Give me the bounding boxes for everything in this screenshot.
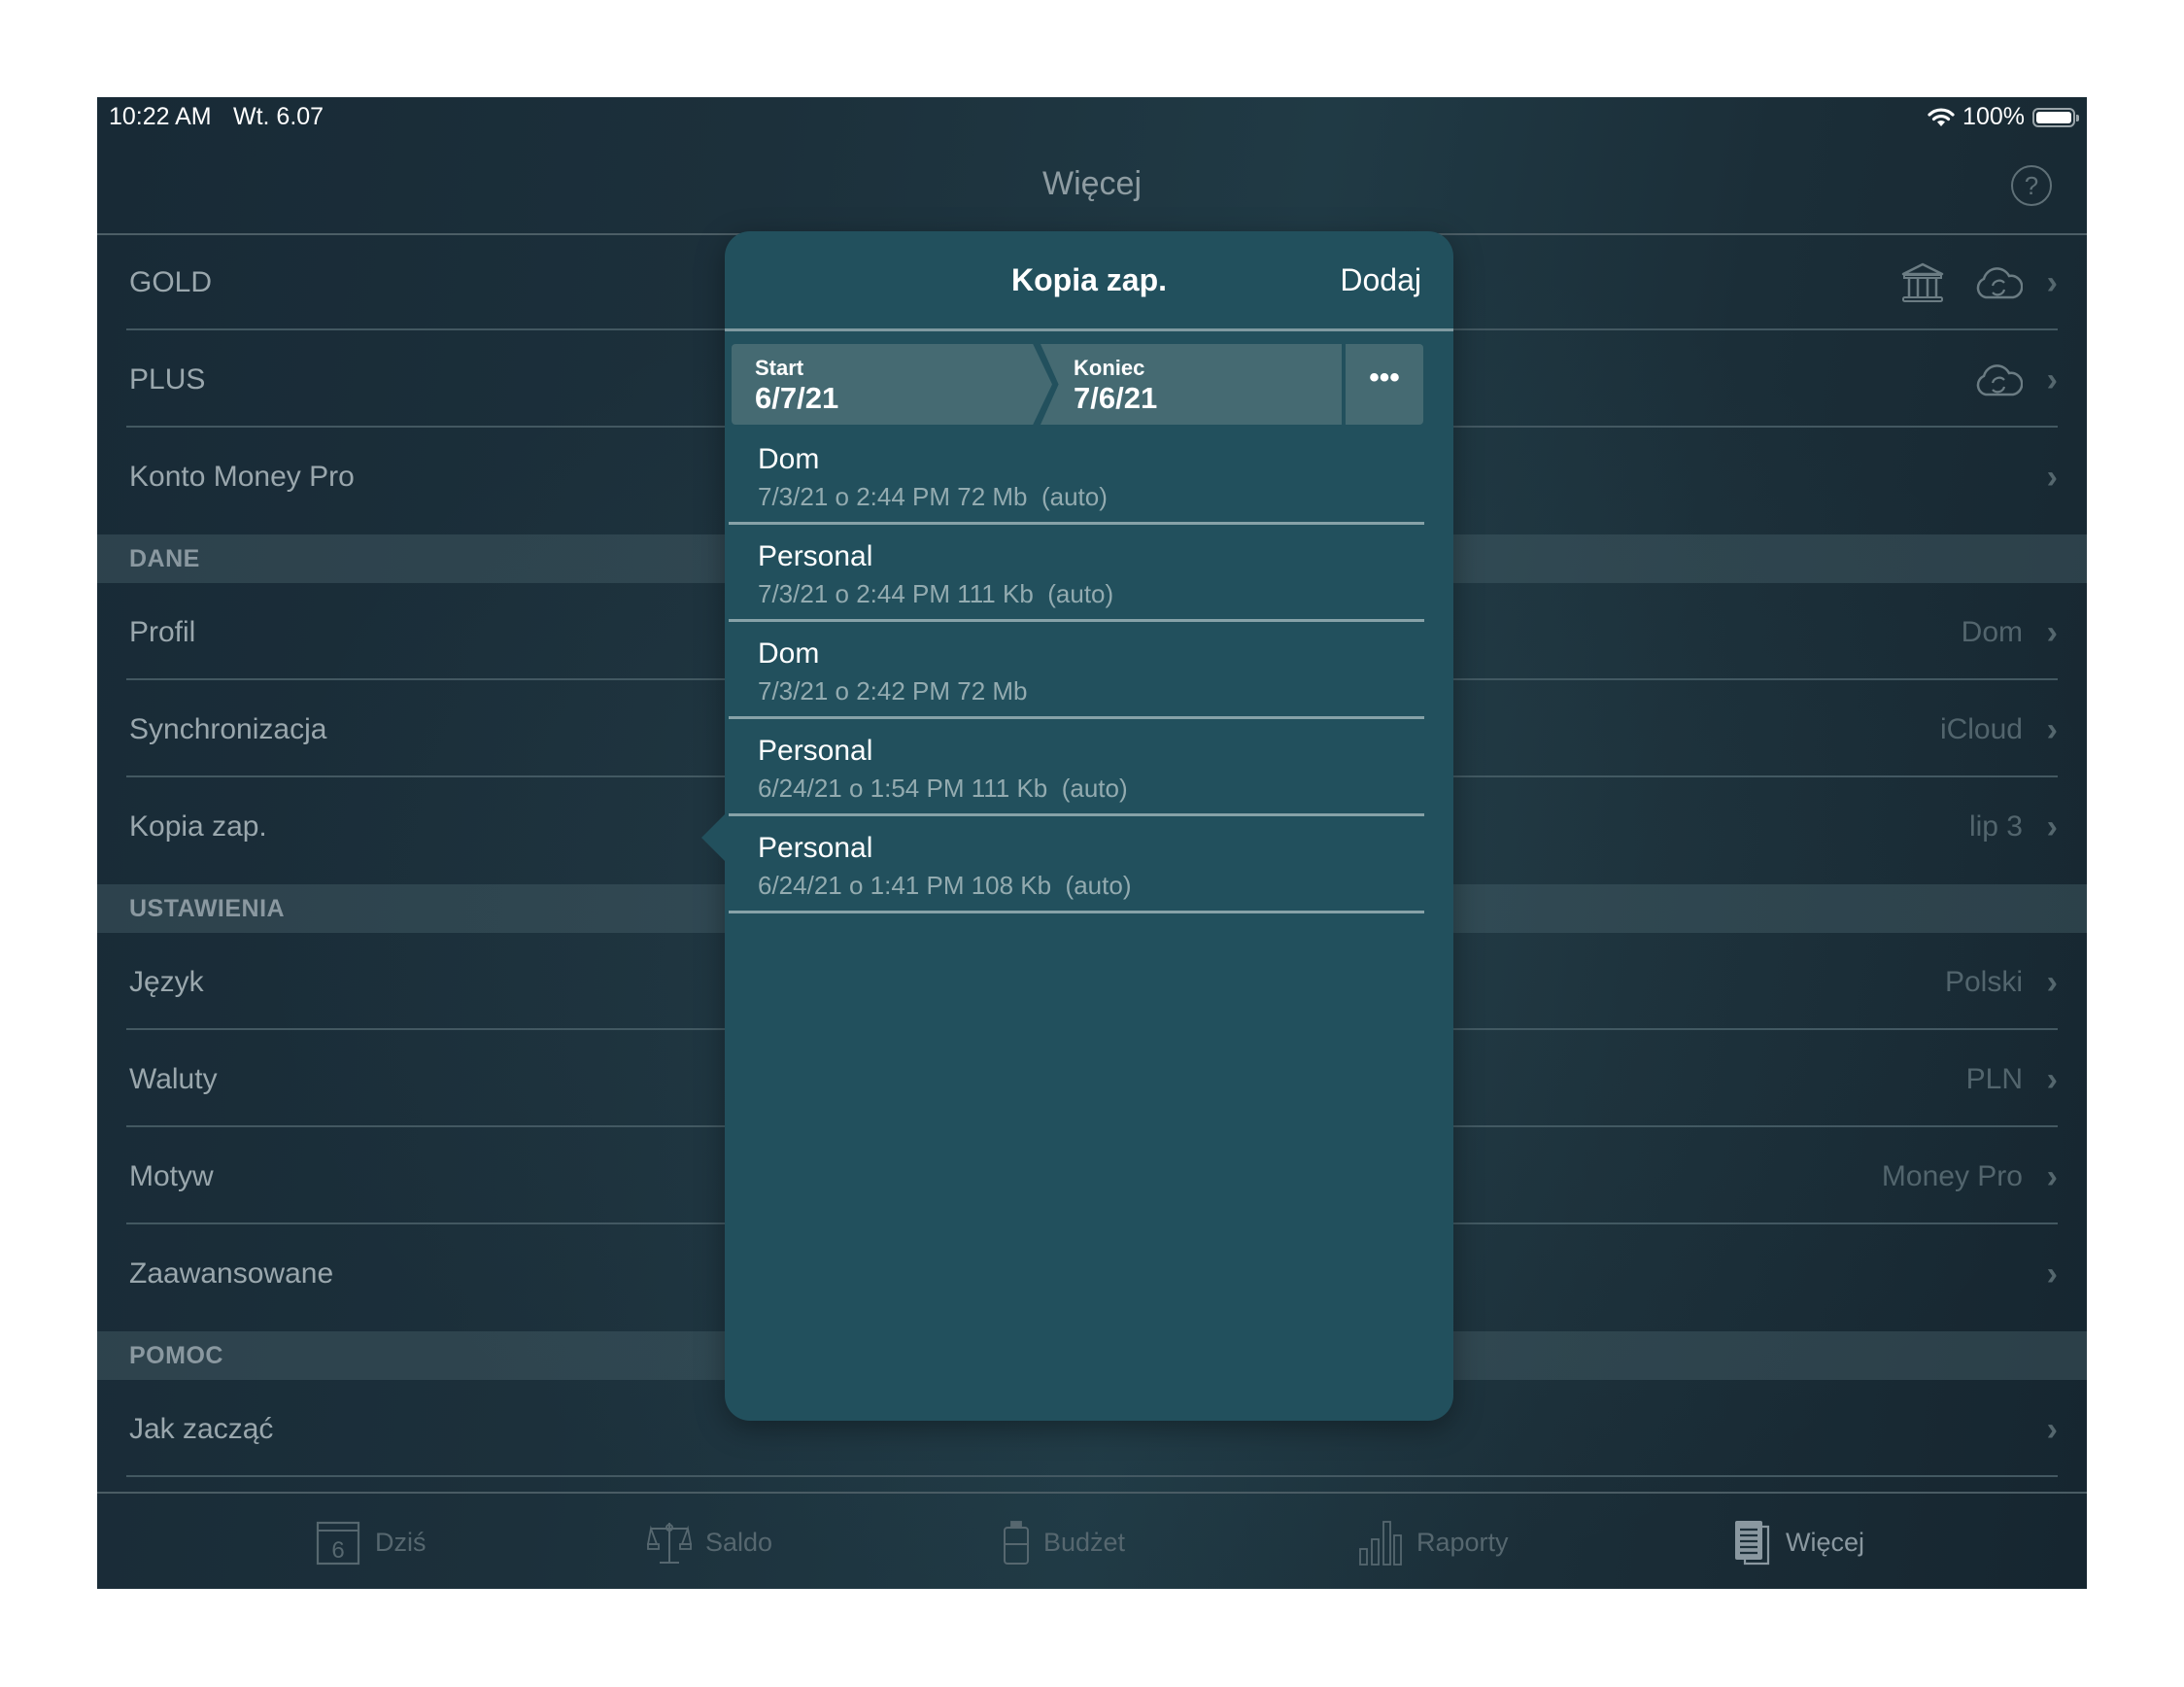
tab-label: Więcej (1786, 1527, 1865, 1557)
row-value: lip 3 (1968, 810, 2023, 843)
tab-wiecej[interactable]: Więcej (1733, 1494, 1864, 1589)
budget-jar-icon (1004, 1521, 1029, 1565)
row-icons (1900, 235, 2023, 330)
tab-budzet[interactable]: Budżet (1003, 1494, 1125, 1589)
backup-name: Personal (758, 735, 873, 767)
backup-list-item[interactable]: Personal 6/24/21 o 1:54 PM 111 Kb (auto) (729, 719, 1424, 816)
document-icon (1735, 1521, 1770, 1566)
date-range-bar: Start 6/7/21 Koniec 7/6/21 ••• (732, 344, 1423, 425)
chevron-right-icon: › (2046, 614, 2058, 651)
page-title: Więcej (1041, 165, 1143, 202)
row-value: iCloud (1939, 713, 2023, 745)
calendar-day: 6 (331, 1537, 344, 1564)
tab-dzis[interactable]: 6 Dziś (315, 1494, 427, 1589)
row-label: Waluty (129, 1063, 218, 1095)
start-label: Start (755, 356, 804, 380)
cloud-sync-icon (1976, 364, 2023, 396)
row-separator (126, 1475, 2058, 1477)
battery-icon (2032, 107, 2079, 127)
calendar-icon: 6 (316, 1521, 360, 1566)
row-label: Zaawansowane (129, 1257, 334, 1290)
scales-icon (647, 1523, 692, 1564)
backup-list-item[interactable]: Personal 6/24/21 o 1:41 PM 108 Kb (auto) (729, 816, 1424, 913)
start-value: 6/7/21 (755, 381, 839, 415)
chevron-right-icon: › (2046, 264, 2058, 301)
chevron-right-icon: › (2046, 1256, 2058, 1292)
backup-meta: 7/3/21 o 2:42 PM 72 Mb (758, 676, 1028, 706)
backup-name: Dom (758, 637, 820, 670)
chevron-right-icon: › (2046, 964, 2058, 1001)
backup-list-item[interactable]: Personal 7/3/21 o 2:44 PM 111 Kb (auto) (729, 525, 1424, 622)
help-button[interactable]: ? (2011, 165, 2052, 206)
backup-name: Personal (758, 832, 873, 864)
status-bar: 10:22 AM Wt. 6.07 100% (97, 97, 2087, 136)
tab-label: Raporty (1416, 1527, 1509, 1557)
more-options-button[interactable]: ••• (1346, 344, 1423, 425)
backup-popover: Kopia zap. Dodaj Start 6/7/21 Koniec 7/6… (701, 231, 1453, 1421)
row-label: GOLD (129, 266, 213, 298)
status-right: 100% (1928, 103, 2079, 131)
section-title: POMOC (129, 1342, 223, 1369)
chevron-right-icon: › (2046, 459, 2058, 496)
chevron-right-icon: › (2046, 1411, 2058, 1448)
row-label: Język (129, 966, 204, 998)
item-separator (729, 911, 1424, 913)
popover-arrow (701, 812, 727, 863)
section-title: DANE (129, 545, 200, 572)
row-icons (1974, 332, 2023, 428)
backup-list-item[interactable]: Dom 7/3/21 o 2:44 PM 72 Mb (auto) (729, 428, 1424, 525)
chevron-right-icon: › (2046, 362, 2058, 398)
chevron-right-icon: › (2046, 1061, 2058, 1098)
tab-bar: 6 Dziś Saldo Budżet Raporty Więcej (97, 1492, 2087, 1589)
bar-chart-icon (1359, 1521, 1402, 1566)
row-label: Motyw (129, 1160, 214, 1192)
cloud-sync-icon (1976, 267, 2023, 299)
wifi-icon (1928, 107, 1955, 126)
row-value: Money Pro (1881, 1160, 2023, 1192)
row-label: Jak zacząć (129, 1413, 274, 1445)
chevron-right-icon: › (2046, 1158, 2058, 1195)
status-date: Wt. 6.07 (233, 103, 324, 130)
tab-saldo[interactable]: Saldo (647, 1494, 772, 1589)
tab-label: Saldo (705, 1527, 773, 1557)
end-date-button[interactable]: Koniec 7/6/21 (1041, 344, 1342, 425)
row-label: Konto Money Pro (129, 461, 355, 493)
backup-meta: 7/3/21 o 2:44 PM 72 Mb (auto) (758, 482, 1108, 511)
tab-label: Dziś (375, 1527, 427, 1557)
popover-header-divider (725, 328, 1453, 331)
battery-percent: 100% (1962, 103, 2025, 130)
backup-meta: 6/24/21 o 1:41 PM 108 Kb (auto) (758, 871, 1132, 900)
chevron-right-icon: › (2046, 809, 2058, 845)
row-label: Profil (129, 616, 196, 648)
tab-raporty[interactable]: Raporty (1358, 1494, 1509, 1589)
status-time: 10:22 AM (109, 103, 212, 130)
row-value: Dom (1961, 616, 2023, 648)
row-label: Kopia zap. (129, 810, 267, 843)
backup-name: Dom (758, 443, 820, 475)
section-title: USTAWIENIA (129, 895, 286, 922)
row-value: PLN (1965, 1063, 2023, 1095)
row-label: Synchronizacja (129, 713, 327, 745)
row-label: PLUS (129, 363, 206, 396)
backup-name: Personal (758, 540, 873, 572)
backup-meta: 6/24/21 o 1:54 PM 111 Kb (auto) (758, 774, 1128, 803)
tab-label: Budżet (1043, 1527, 1126, 1557)
bank-icon (1901, 262, 1944, 302)
start-date-button[interactable]: Start 6/7/21 (732, 344, 1052, 425)
backup-meta: 7/3/21 o 2:44 PM 111 Kb (auto) (758, 579, 1114, 608)
chevron-right-icon: › (2046, 711, 2058, 748)
add-backup-button[interactable]: Dodaj (1340, 231, 1421, 328)
backup-list-item[interactable]: Dom 7/3/21 o 2:42 PM 72 Mb (729, 622, 1424, 719)
end-label: Koniec (1074, 356, 1145, 380)
row-value: Polski (1944, 966, 2023, 998)
end-value: 7/6/21 (1074, 381, 1158, 415)
